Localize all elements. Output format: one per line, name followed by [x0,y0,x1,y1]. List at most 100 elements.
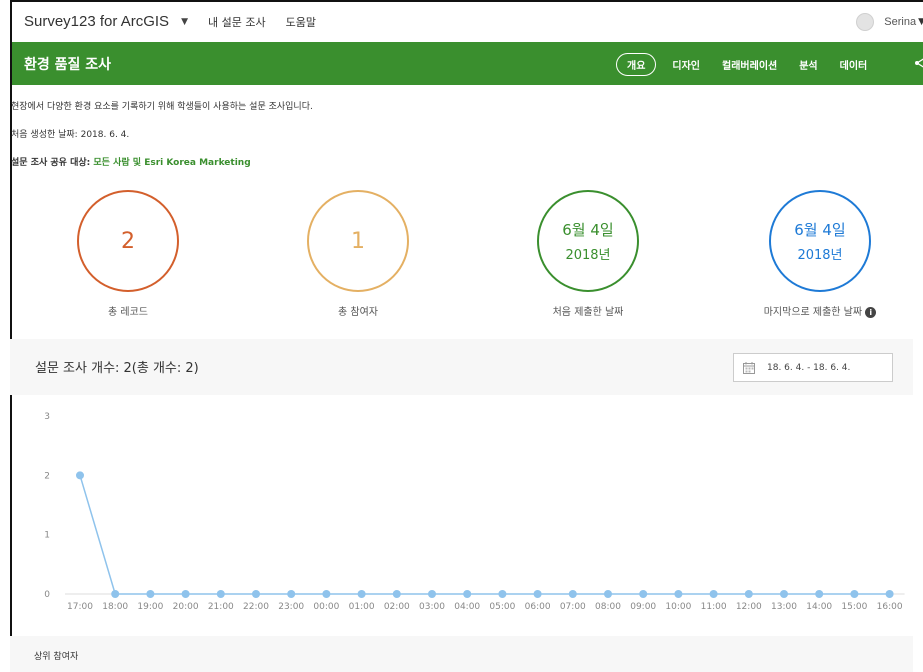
created-label: 처음 생성한 날짜: [11,130,78,140]
last-submitted-label-wrap: 마지막으로 제출한 날짜 i [740,303,900,318]
series-count [76,471,894,598]
data-point[interactable] [181,590,190,598]
nav-my-surveys[interactable]: 내 설문 조사 [208,14,266,30]
tab-overview[interactable]: 개요 [616,53,657,76]
total-participants-label: 총 참여자 [338,307,378,318]
avatar [856,13,875,31]
series-line [79,475,890,595]
x-tick-label: 12:00 [736,602,762,612]
data-point[interactable] [885,590,894,598]
x-tick-label: 11:00 [701,602,727,612]
x-tick-label: 20:00 [173,602,199,612]
tab-collaboration[interactable]: 컬래버레이션 [722,57,777,72]
info-icon[interactable]: i [865,306,877,318]
x-tick-label: 05:00 [489,602,515,612]
data-point[interactable] [322,590,331,598]
app-menu-caret-icon[interactable]: ▼ [181,17,188,27]
data-point[interactable] [392,590,401,598]
x-tick-label: 16:00 [877,602,903,612]
survey-header: 환경 품질 조사 개요 디자인 컬래버레이션 분석 데이터 [12,42,923,85]
user-name: Serina [884,16,917,28]
last-submitted-date: 6월 4일 [794,221,846,239]
data-point[interactable] [639,590,648,598]
survey-description: 현장에서 다양한 환경 요소를 기록하기 위해 학생들이 사용하는 설문 조사입… [11,102,313,112]
created-date: 처음 생성한 날짜: 2018. 6. 4. [11,127,129,140]
nav-help[interactable]: 도움말 [286,14,316,30]
app-title[interactable]: Survey123 for ArcGIS [24,13,169,30]
data-point[interactable] [252,590,260,598]
survey-count-title: 설문 조사 개수: 2(총 개수: 2) [35,361,199,376]
first-submitted-label: 처음 제출한 날짜 [552,307,624,318]
x-tick-label: 04:00 [454,602,480,612]
data-point[interactable] [850,590,859,598]
x-tick-label: 19:00 [137,602,163,612]
x-tick-label: 07:00 [560,602,586,612]
x-tick-label: 15:00 [841,602,867,612]
shared-with: 설문 조사 공유 대상: 모든 사람 및 Esri Korea Marketin… [11,155,251,168]
total-records-circle: 2 [77,190,179,292]
tab-analyze[interactable]: 분석 [799,57,817,72]
user-caret-icon: ▼ [918,17,923,27]
y-tick-label: 0 [44,590,50,600]
last-submitted-year: 2018년 [797,248,843,263]
data-point[interactable] [216,590,225,598]
tab-data[interactable]: 데이터 [840,57,868,72]
x-tick-label: 03:00 [419,602,445,612]
top-bar: Survey123 for ArcGIS ▼ 내 설문 조사 도움말 Serin… [12,2,923,41]
data-point[interactable] [568,590,577,598]
total-records-label: 총 레코드 [108,307,148,318]
y-tick-label: 2 [44,471,50,481]
date-range-text: 18. 6. 4. - 18. 6. 4. [767,362,851,373]
shared-value-link[interactable]: 모든 사람 및 Esri Korea Marketing [93,158,250,168]
data-point[interactable] [111,590,120,598]
total-participants-value: 1 [351,228,365,254]
user-menu[interactable]: Serina ▼ [856,13,923,31]
data-point[interactable] [357,590,366,598]
data-point[interactable] [498,590,507,598]
x-tick-label: 08:00 [595,602,621,612]
share-icon[interactable] [913,55,923,71]
data-point[interactable] [674,590,683,598]
last-submitted-label: 마지막으로 제출한 날짜 [763,307,863,318]
x-tick-label: 21:00 [208,602,234,612]
first-submitted-circle: 6월 4일 2018년 [537,190,639,292]
x-tick-label: 14:00 [806,602,832,612]
x-tick-label: 09:00 [630,602,656,612]
y-tick-label: 3 [44,412,50,422]
data-point[interactable] [463,590,472,598]
x-tick-label: 13:00 [771,602,797,612]
data-point[interactable] [146,590,155,598]
data-point[interactable] [744,590,753,598]
total-records-value: 2 [121,228,135,254]
data-point[interactable] [428,590,436,598]
data-point[interactable] [815,590,824,598]
y-tick-label: 1 [44,531,50,541]
survey-title: 환경 품질 조사 [24,56,112,73]
x-tick-label: 00:00 [313,602,339,612]
top-participants-title: 상위 참여자 [34,652,79,662]
x-axis: 17:00 18:00 19:00 20:00 21:00 22:00 23:00 00:00… [65,593,905,612]
shared-label: 설문 조사 공유 대상: [11,158,91,168]
tab-design[interactable]: 디자인 [672,57,700,72]
calendar-icon [743,361,755,374]
submissions-line-chart: 0 1 2 3 17:00 18:00 19:00 20:00 21:00 22:00 23:00… [44,412,905,612]
x-tick-label: 23:00 [278,602,304,612]
x-tick-label: 18:00 [102,602,128,612]
x-tick-label: 01:00 [349,602,375,612]
data-point[interactable] [287,590,296,598]
survey-tabs: 개요 디자인 컬래버레이션 분석 데이터 [616,53,889,76]
data-point[interactable] [533,590,542,598]
last-submitted-circle: 6월 4일 2018년 [769,190,871,292]
x-tick-label: 22:00 [243,602,269,612]
created-value: 2018. 6. 4. [80,130,130,140]
y-axis: 0 1 2 3 [44,412,50,600]
data-point[interactable] [709,590,718,598]
x-tick-label: 10:00 [665,602,691,612]
first-submitted-date: 6월 4일 [562,221,614,239]
top-participants-section [10,636,913,672]
data-point[interactable] [780,590,788,598]
date-range-picker[interactable]: 18. 6. 4. - 18. 6. 4. [733,353,893,382]
x-tick-label: 06:00 [525,602,551,612]
data-point[interactable] [76,471,84,480]
data-point[interactable] [604,590,612,598]
